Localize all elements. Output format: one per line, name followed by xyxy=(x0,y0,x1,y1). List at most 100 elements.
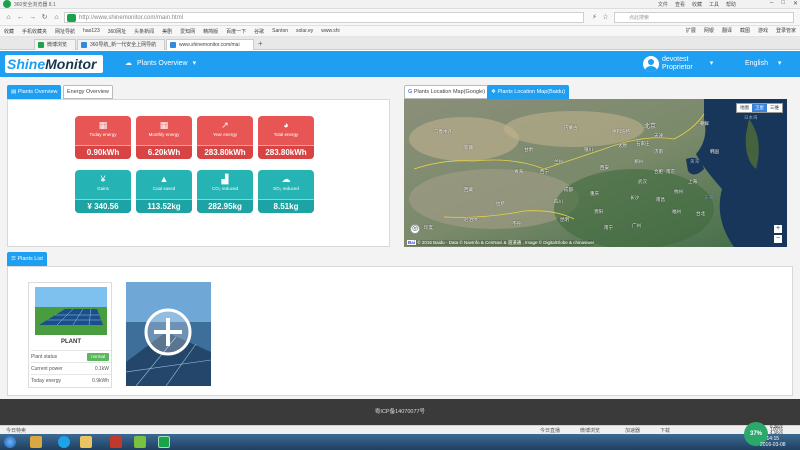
map-label: 韩国 xyxy=(710,149,719,154)
so2-reduced-card: ☁ SO₂ reduced 8.51kg xyxy=(258,170,314,213)
extensions-button[interactable]: 扩展 xyxy=(686,27,696,34)
tab-favicon-icon xyxy=(81,42,87,48)
bookmark-item[interactable]: 爱知网 xyxy=(180,28,195,35)
zoom-in-button[interactable]: + xyxy=(774,225,782,233)
bookmark-item[interactable]: solar.ey xyxy=(296,28,313,34)
app-icon[interactable] xyxy=(134,436,146,448)
plant-card[interactable]: PLANT Plant status normal Current power … xyxy=(28,282,112,388)
add-plant-button[interactable] xyxy=(126,282,211,386)
map-label: 西安 xyxy=(600,165,609,170)
reload-icon[interactable]: ↻ xyxy=(40,13,49,22)
login-manager-button[interactable]: 登录管家 xyxy=(776,27,796,34)
bookmark-item[interactable]: 头条新闻 xyxy=(134,28,154,35)
home-page-icon[interactable]: ⌂ xyxy=(52,13,61,22)
status-item[interactable]: 下载 xyxy=(660,427,670,434)
language-select[interactable]: English ▾ xyxy=(745,59,781,67)
url-input[interactable]: http://www.shinemonitor.com/main.html xyxy=(64,12,584,23)
bookmark-item[interactable]: 手机收藏夹 xyxy=(22,28,47,35)
games-button[interactable]: 游戏 xyxy=(758,27,768,34)
app-icon[interactable] xyxy=(110,436,122,448)
system-clock[interactable]: 14:15 2016-03-08 xyxy=(760,436,786,448)
card-value: 283.80kWh xyxy=(258,145,314,159)
map-label: 贵阳 xyxy=(594,209,603,214)
tab-shinemonitor[interactable]: www.shinemonitor.com/mai xyxy=(166,39,254,50)
search-input[interactable]: 点此搜索 xyxy=(614,12,794,23)
map-type-satellite[interactable]: 卫星 xyxy=(752,104,767,112)
plants-overview-menu[interactable]: ☁ Plants Overview ▾ xyxy=(125,59,196,68)
icp-license[interactable]: 粤ICP备14070077号 xyxy=(375,409,425,415)
tab-baidu-map[interactable]: ❖ Plants Location Map(Baidu) xyxy=(487,85,570,99)
bookmark-item[interactable]: 百度一下 xyxy=(226,28,246,35)
map-label: 太原 xyxy=(618,143,627,148)
baidu-satellite-map[interactable]: 北京 天津 呼和浩特 太原 石家庄 济南 郑州 西安 兰州 银川 西宁 武汉 南… xyxy=(404,99,787,247)
map-label: 天津 xyxy=(654,133,663,138)
tab-plants-overview[interactable]: ▤ Plants Overview xyxy=(7,85,62,99)
bookmark-item[interactable]: 网址导航 xyxy=(55,28,75,35)
map-label: 甘肃 xyxy=(524,147,533,152)
status-item[interactable]: 微博浏览 xyxy=(580,427,600,434)
menu-help[interactable]: 帮助 xyxy=(726,1,736,8)
menu-view[interactable]: 查看 xyxy=(675,1,685,8)
tab-360-nav[interactable]: 360导航_新一代安全上网导航 xyxy=(77,39,165,50)
tab-plants-list[interactable]: ☰ Plants List xyxy=(7,252,47,266)
map-label: 尼泊尔 xyxy=(464,217,478,222)
menu-file[interactable]: 文件 xyxy=(658,1,668,8)
bookmark-item[interactable]: hao123 xyxy=(83,28,100,34)
start-button-icon[interactable] xyxy=(4,436,16,448)
folder-icon[interactable] xyxy=(80,436,92,448)
chevron-down-icon: ▾ xyxy=(709,60,714,67)
windows-taskbar: 37% 0.2K/s 4.1K/s 14:15 2016-03-08 xyxy=(0,422,800,450)
bookmark-item[interactable]: www.shi xyxy=(321,28,339,34)
bookmark-item[interactable]: 精简版 xyxy=(203,28,218,35)
locate-icon[interactable]: ◎ xyxy=(410,224,420,234)
yen-icon: ¥ xyxy=(100,174,106,184)
bookmark-item[interactable]: Santon xyxy=(272,28,288,34)
home-icon[interactable]: ⌂ xyxy=(4,13,13,22)
browser-title-bar: 360安全浏览器 8.1 文件 查看 收藏 工具 帮助 – □ ✕ xyxy=(0,0,800,9)
explorer-icon[interactable] xyxy=(30,436,42,448)
menu-tools[interactable]: 工具 xyxy=(709,1,719,8)
forward-icon[interactable]: → xyxy=(28,13,37,22)
netbank-button[interactable]: 网银 xyxy=(704,27,714,34)
maximize-icon[interactable]: □ xyxy=(781,0,785,7)
chart-icon: ▤ xyxy=(11,89,18,95)
map-label: 西藏 xyxy=(464,187,473,192)
translate-button[interactable]: 翻译 xyxy=(722,27,732,34)
address-toolbar: ⌂ ← → ↻ ⌂ http://www.shinemonitor.com/ma… xyxy=(0,9,800,26)
minimize-icon[interactable]: – xyxy=(770,0,773,7)
bookmark-item[interactable]: 收藏 xyxy=(4,28,14,35)
status-item[interactable]: 今日直播 xyxy=(540,427,560,434)
card-label: Monthly energy xyxy=(148,132,180,137)
360-browser-icon[interactable] xyxy=(158,436,170,448)
shinemonitor-logo[interactable]: ShineMonitor xyxy=(5,55,103,73)
cloud-menu-icon: ☁ xyxy=(125,60,132,67)
browser-logo-icon xyxy=(3,0,11,8)
menu-favorites[interactable]: 收藏 xyxy=(692,1,702,8)
total-energy-card: ◕ Total energy 283.80kWh xyxy=(258,116,314,159)
map-label: 日本海 xyxy=(744,115,758,120)
user-menu[interactable]: devotest Proprietor ▾ xyxy=(643,54,713,74)
screenshot-button[interactable]: 截图 xyxy=(740,27,750,34)
tab-energy-overview[interactable]: Energy Overview xyxy=(63,85,113,99)
zoom-out-button[interactable]: − xyxy=(774,235,782,243)
new-tab-button[interactable]: + xyxy=(258,39,263,48)
tab-google-map[interactable]: G Plants Location Map(Google) xyxy=(404,85,490,99)
user-name: devotest xyxy=(662,56,689,63)
map-type-normal[interactable]: 地图 xyxy=(737,104,752,112)
map-terrain xyxy=(404,99,787,247)
bookmark-item[interactable]: 360网址 xyxy=(108,28,126,35)
today-sale-link[interactable]: 今日特卖 xyxy=(6,427,26,434)
back-icon[interactable]: ← xyxy=(16,13,25,22)
tab-label: Plants List xyxy=(17,256,43,262)
bookmark-item[interactable]: 美剧 xyxy=(162,28,172,35)
close-icon[interactable]: ✕ xyxy=(793,0,798,7)
map-label: 青海 xyxy=(514,169,523,174)
lightning-icon[interactable]: ⚡ xyxy=(590,13,599,22)
search-placeholder: 点此搜索 xyxy=(629,15,650,21)
star-icon[interactable]: ☆ xyxy=(601,13,610,22)
tab-weibo[interactable]: 微博浏览 xyxy=(34,39,76,50)
bookmark-item[interactable]: 谷歌 xyxy=(254,28,264,35)
map-type-3d[interactable]: 三维 xyxy=(767,104,782,112)
status-item[interactable]: 加速器 xyxy=(625,427,640,434)
skype-icon[interactable] xyxy=(58,436,70,448)
